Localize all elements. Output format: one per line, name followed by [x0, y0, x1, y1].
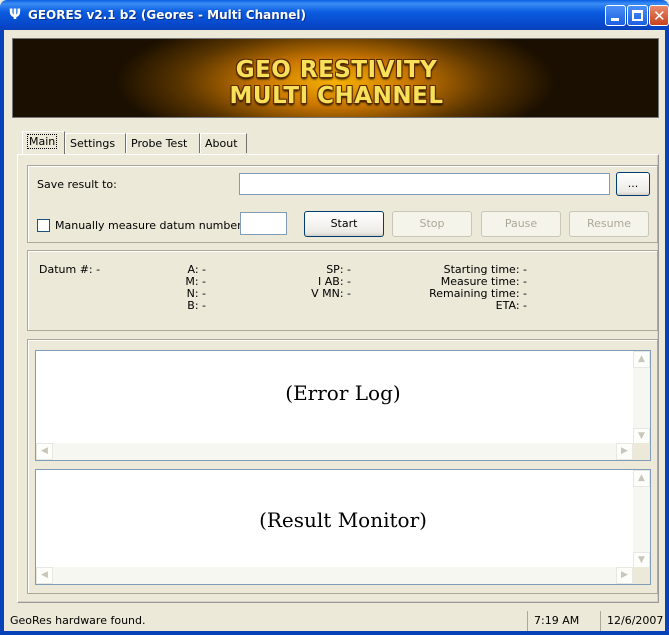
- browse-button[interactable]: ...: [616, 172, 650, 196]
- banner-title-line2: MULTI CHANNEL: [229, 83, 444, 109]
- result-monitor-label: (Result Monitor): [259, 508, 427, 532]
- tab-about[interactable]: About: [200, 133, 247, 153]
- tab-settings[interactable]: Settings: [65, 133, 126, 153]
- save-result-label: Save result to:: [37, 178, 117, 191]
- minimize-button[interactable]: [605, 5, 626, 26]
- tab-probe-test[interactable]: Probe Test: [126, 133, 200, 153]
- scroll-up-icon[interactable]: ▲: [633, 470, 650, 487]
- stop-button[interactable]: Stop: [392, 211, 472, 237]
- manual-datum-checkbox[interactable]: [37, 219, 50, 232]
- result-monitor-vscrollbar[interactable]: ▲ ▼: [633, 470, 650, 569]
- error-log-vscrollbar[interactable]: ▲ ▼: [633, 351, 650, 445]
- window-title: GEORES v2.1 b2 (Geores - Multi Channel): [28, 8, 307, 22]
- resume-button[interactable]: Resume: [569, 211, 649, 237]
- app-icon[interactable]: Ψ: [7, 7, 23, 23]
- close-button[interactable]: ✕: [649, 5, 669, 26]
- error-log-hscrollbar[interactable]: ◀ ▶: [36, 443, 633, 460]
- scroll-left-icon[interactable]: ◀: [36, 567, 53, 584]
- scroll-right-icon[interactable]: ▶: [616, 443, 633, 460]
- manual-datum-label: Manually measure datum number:: [55, 219, 246, 232]
- datum-number-input[interactable]: [240, 212, 287, 235]
- result-monitor-hscrollbar[interactable]: ◀ ▶: [36, 567, 633, 584]
- scroll-right-icon[interactable]: ▶: [616, 567, 633, 584]
- title-bar[interactable]: Ψ GEORES v2.1 b2 (Geores - Multi Channel…: [0, 0, 669, 30]
- b-readout: B: -: [187, 299, 206, 312]
- error-log-label: (Error Log): [285, 381, 401, 405]
- scroll-corner: [633, 443, 650, 460]
- scroll-corner: [633, 567, 650, 584]
- scroll-up-icon[interactable]: ▲: [633, 351, 650, 368]
- status-date: 12/6/2007: [600, 611, 665, 631]
- scroll-left-icon[interactable]: ◀: [36, 443, 53, 460]
- close-icon: ✕: [653, 7, 666, 25]
- result-monitor-textarea[interactable]: (Result Monitor) ▲ ▼ ◀ ▶: [35, 469, 651, 585]
- start-button[interactable]: Start: [304, 211, 384, 237]
- banner-logo: GEO RESTIVITY MULTI CHANNEL: [12, 38, 659, 118]
- eta-readout: ETA: -: [495, 299, 527, 312]
- maximize-icon: [632, 10, 643, 21]
- pause-button[interactable]: Pause: [481, 211, 561, 237]
- tab-main[interactable]: Main: [22, 131, 65, 154]
- status-message: GeoRes hardware found.: [10, 614, 146, 627]
- save-path-input[interactable]: [239, 173, 610, 195]
- maximize-button[interactable]: [627, 5, 648, 26]
- vmn-readout: V MN: -: [311, 287, 351, 300]
- banner-title-line1: GEO RESTIVITY: [235, 57, 438, 83]
- status-time: 7:19 AM: [527, 611, 598, 631]
- tab-main-label: Main: [27, 134, 58, 149]
- error-log-textarea[interactable]: (Error Log) ▲ ▼ ◀ ▶: [35, 350, 651, 461]
- datum-readout: Datum #: -: [39, 263, 101, 276]
- status-bar: GeoRes hardware found. 7:19 AM 12/6/2007: [4, 608, 665, 631]
- minimize-icon: [611, 18, 619, 21]
